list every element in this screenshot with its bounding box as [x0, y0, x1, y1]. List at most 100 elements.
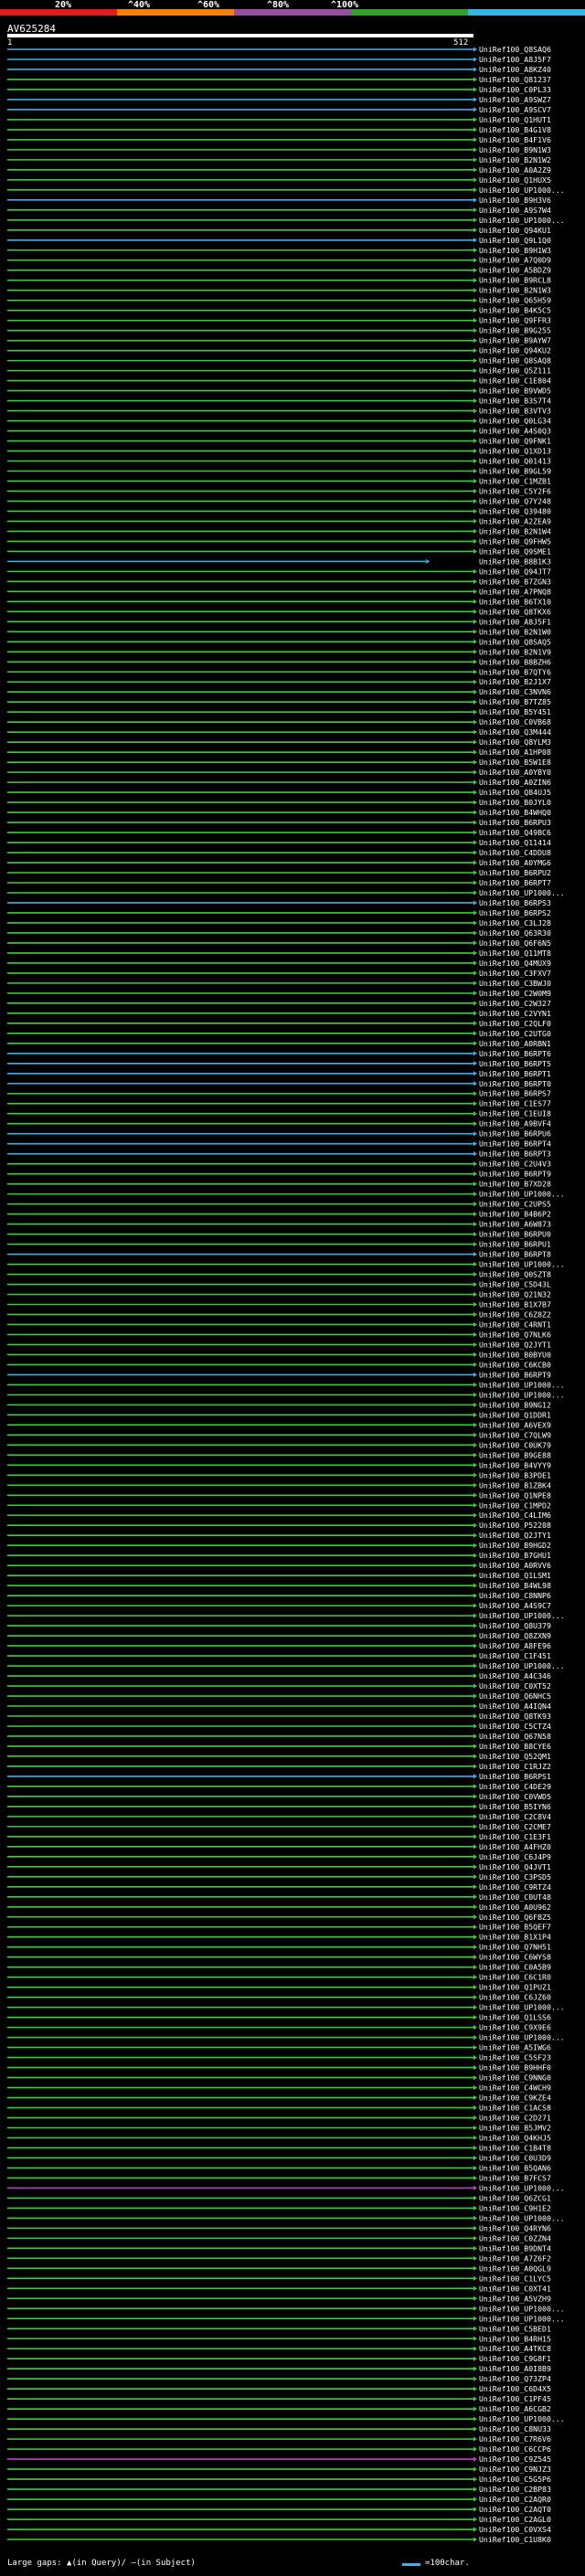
- hit-label[interactable]: UniRef100_C2CME7: [479, 1822, 551, 1831]
- hit-label[interactable]: UniRef100_C2UPS5: [479, 1200, 551, 1209]
- hit-label[interactable]: UniRef100_C2QLF0: [479, 1019, 551, 1028]
- hit-label[interactable]: UniRef100_B5IYN6: [479, 1802, 551, 1811]
- hit-label[interactable]: UniRef100_B9NG12: [479, 1400, 551, 1409]
- hit-label[interactable]: UniRef100_C1B4T8: [479, 2143, 551, 2152]
- hit-label[interactable]: UniRef100_B6RPT6: [479, 1049, 551, 1058]
- hit-label[interactable]: UniRef100_Q8ZXN9: [479, 1631, 551, 1640]
- hit-label[interactable]: UniRef100_Q4MUX9: [479, 959, 551, 968]
- hit-label[interactable]: UniRef100_B2N1W2: [479, 155, 551, 164]
- hit-label[interactable]: UniRef100_Q6ZCG1: [479, 2193, 551, 2202]
- hit-label[interactable]: UniRef100_Q8YLM3: [479, 737, 551, 747]
- hit-label[interactable]: UniRef100_A4FHZ0: [479, 1842, 551, 1851]
- hit-label[interactable]: UniRef100_B7FCS7: [479, 2173, 551, 2182]
- hit-label[interactable]: UniRef100_C0A5B9: [479, 1963, 551, 1972]
- hit-label[interactable]: UniRef100_C5BED1: [479, 2324, 551, 2333]
- hit-label[interactable]: UniRef100_Q94JT7: [479, 567, 551, 576]
- hit-label[interactable]: UniRef100_B9HHF0: [479, 2063, 551, 2072]
- hit-label[interactable]: UniRef100_Q67N58: [479, 1732, 551, 1741]
- hit-label[interactable]: UniRef100_C3BWJ0: [479, 979, 551, 988]
- hit-label[interactable]: UniRef100_C9H1E2: [479, 2203, 551, 2212]
- hit-label[interactable]: UniRef100_A0ZIN6: [479, 778, 551, 787]
- hit-label[interactable]: UniRef100_Q63R30: [479, 928, 551, 938]
- hit-label[interactable]: UniRef100_C4DE29: [479, 1782, 551, 1791]
- hit-label[interactable]: UniRef100_C1PF45: [479, 2394, 551, 2403]
- hit-label[interactable]: UniRef100_A2ZEA9: [479, 516, 551, 525]
- hit-label[interactable]: UniRef100_C0VB68: [479, 717, 551, 726]
- hit-label[interactable]: UniRef100_B5QEF7: [479, 1923, 551, 1932]
- hit-label[interactable]: UniRef100_Q9FFR3: [479, 316, 551, 325]
- hit-label[interactable]: UniRef100_Q0SZT8: [479, 1270, 551, 1279]
- hit-label[interactable]: UniRef100_A4S9C7: [479, 1601, 551, 1610]
- hit-label[interactable]: UniRef100_A4S0Q3: [479, 427, 551, 436]
- hit-label[interactable]: UniRef100_Q6NHC5: [479, 1691, 551, 1701]
- hit-label[interactable]: UniRef100_A0I8B9: [479, 2364, 551, 2373]
- hit-label[interactable]: UniRef100_C6C1R0: [479, 1973, 551, 1982]
- hit-label[interactable]: UniRef100_B0JYL0: [479, 798, 551, 807]
- hit-label[interactable]: UniRef100_C4DDU8: [479, 848, 551, 857]
- hit-label[interactable]: UniRef100_C3NVN6: [479, 687, 551, 696]
- hit-label[interactable]: UniRef100_B9GE88: [479, 1450, 551, 1459]
- hit-label[interactable]: UniRef100_B4B6P2: [479, 1210, 551, 1219]
- hit-label[interactable]: UniRef100_B9VWD5: [479, 387, 551, 396]
- hit-label[interactable]: UniRef100_C2AQR0: [479, 2495, 551, 2504]
- hit-label[interactable]: UniRef100_A0U962: [479, 1903, 551, 1912]
- hit-label[interactable]: UniRef100_C3FXV7: [479, 969, 551, 978]
- hit-label[interactable]: UniRef100_Q4RYN6: [479, 2223, 551, 2232]
- hit-label[interactable]: UniRef100_B4VYY9: [479, 1460, 551, 1469]
- hit-label[interactable]: UniRef100_B7GHU1: [479, 1551, 551, 1560]
- hit-label[interactable]: UniRef100_A7Q0D9: [479, 256, 551, 265]
- hit-label[interactable]: UniRef100_C0XT41: [479, 2284, 551, 2293]
- hit-label[interactable]: UniRef100_C8NU33: [479, 2424, 551, 2433]
- hit-label[interactable]: UniRef100_B4WHQ0: [479, 808, 551, 817]
- hit-label[interactable]: UniRef100_Q4JVT1: [479, 1862, 551, 1871]
- hit-label[interactable]: UniRef100_B6RPT4: [479, 1140, 551, 1149]
- hit-label[interactable]: UniRef100_C0PL33: [479, 85, 551, 94]
- hit-label[interactable]: UniRef100_A4C346: [479, 1671, 551, 1680]
- hit-label[interactable]: UniRef100_A9SCV7: [479, 105, 551, 114]
- hit-label[interactable]: UniRef100_B2N1W4: [479, 526, 551, 535]
- hit-label[interactable]: UniRef100_B5Y451: [479, 707, 551, 716]
- hit-label[interactable]: UniRef100_A8FE96: [479, 1641, 551, 1650]
- hit-label[interactable]: UniRef100_A7PNQ8: [479, 587, 551, 596]
- hit-label[interactable]: UniRef100_B4K5C5: [479, 306, 551, 315]
- hit-label[interactable]: UniRef100_Q11414: [479, 838, 551, 847]
- hit-label[interactable]: UniRef100_P52208: [479, 1521, 551, 1530]
- hit-label[interactable]: UniRef100_C6KCB0: [479, 1360, 551, 1369]
- hit-label[interactable]: UniRef100_Q73ZP4: [479, 2374, 551, 2383]
- hit-label[interactable]: UniRef100_C9Z545: [479, 2454, 551, 2464]
- hit-label[interactable]: UniRef100_Q65H59: [479, 296, 551, 305]
- hit-label[interactable]: UniRef100_C7R6V6: [479, 2434, 551, 2443]
- hit-label[interactable]: UniRef100_C1MPD2: [479, 1500, 551, 1510]
- hit-label[interactable]: UniRef100_C1E804: [479, 376, 551, 386]
- hit-label[interactable]: UniRef100_B7ZGN3: [479, 577, 551, 586]
- hit-label[interactable]: UniRef100_UP1000...: [479, 1611, 565, 1620]
- hit-label[interactable]: UniRef100_A8J5F7: [479, 55, 551, 64]
- hit-label[interactable]: UniRef100_C1EUI8: [479, 1109, 551, 1118]
- hit-label[interactable]: UniRef100_UP1000...: [479, 2213, 565, 2222]
- hit-label[interactable]: UniRef100_A8J5F1: [479, 617, 551, 626]
- hit-label[interactable]: UniRef100_A9S7W4: [479, 206, 551, 215]
- hit-label[interactable]: UniRef100_C5CTZ4: [479, 1722, 551, 1731]
- hit-label[interactable]: UniRef100_B2N1W0: [479, 627, 551, 636]
- hit-label[interactable]: UniRef100_A9SWZ7: [479, 95, 551, 104]
- hit-label[interactable]: UniRef100_B9G255: [479, 326, 551, 335]
- hit-label[interactable]: UniRef100_B6RPU6: [479, 1129, 551, 1139]
- hit-label[interactable]: UniRef100_Q49BC6: [479, 828, 551, 837]
- hit-label[interactable]: UniRef100_B2N1V9: [479, 647, 551, 656]
- hit-label[interactable]: UniRef100_UP1000...: [479, 186, 565, 195]
- hit-label[interactable]: UniRef100_Q8TKX6: [479, 607, 551, 616]
- hit-label[interactable]: UniRef100_B7TZ85: [479, 697, 551, 706]
- hit-label[interactable]: UniRef100_B9HGD2: [479, 1541, 551, 1550]
- hit-label[interactable]: UniRef100_B7QTY6: [479, 667, 551, 676]
- hit-label[interactable]: UniRef100_C0U3D9: [479, 2153, 551, 2162]
- hit-label[interactable]: UniRef100_C7QLW9: [479, 1430, 551, 1439]
- hit-label[interactable]: UniRef100_Q2JTY1: [479, 1531, 551, 1540]
- hit-label[interactable]: UniRef100_B6RPU2: [479, 868, 551, 877]
- hit-label[interactable]: UniRef100_Q1NPE8: [479, 1490, 551, 1500]
- hit-label[interactable]: UniRef100_Q7NH51: [479, 1943, 551, 1952]
- hit-label[interactable]: UniRef100_A7Z6F2: [479, 2253, 551, 2263]
- hit-label[interactable]: UniRef100_C4LIM6: [479, 1511, 551, 1520]
- hit-label[interactable]: UniRef100_Q1XD13: [479, 447, 551, 456]
- hit-label[interactable]: UniRef100_B6RPS7: [479, 1089, 551, 1098]
- hit-label[interactable]: UniRef100_UP1000...: [479, 1390, 565, 1399]
